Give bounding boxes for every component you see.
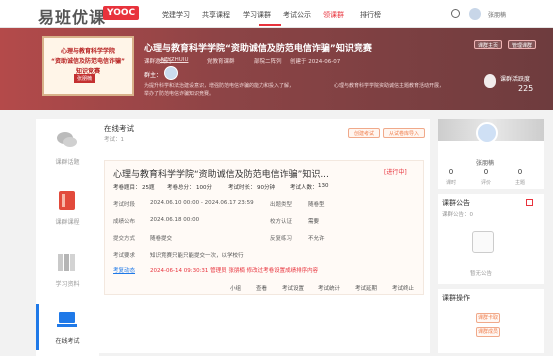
empty-notice-text: 暂无公告 bbox=[470, 271, 493, 277]
nav-item-exam-notice[interactable]: 考试公示 bbox=[283, 10, 311, 20]
score-label: 考卷总分： bbox=[167, 185, 195, 191]
avatar[interactable] bbox=[476, 122, 498, 144]
sidebar-item-courses[interactable]: 课群课程 bbox=[36, 179, 99, 237]
nav-active-underline bbox=[259, 24, 281, 26]
stat-value-3: 0 bbox=[517, 168, 523, 176]
dynamics-label[interactable]: 考复动态 bbox=[113, 266, 135, 274]
nav-item-shared-courses[interactable]: 共享课程 bbox=[202, 10, 230, 20]
nav-item-ranking[interactable]: 排行榜 bbox=[360, 10, 381, 20]
logo-badge: YOOC bbox=[103, 6, 140, 20]
exam-count: 考试：1 bbox=[104, 137, 124, 143]
score-value: 100分 bbox=[196, 185, 212, 191]
link-settings[interactable]: 考试设置 bbox=[282, 284, 304, 292]
link-group[interactable]: 小组 bbox=[230, 284, 241, 292]
cover-line-1: 心理与教育科学学院 bbox=[60, 48, 115, 55]
book-icon bbox=[59, 191, 75, 210]
cover-line-2: “资助诚信及防范电信诈骗” bbox=[51, 58, 125, 65]
stat-value-2: 0 bbox=[483, 168, 489, 176]
stat-value-1: 0 bbox=[448, 168, 454, 176]
practice-value: 不允许 bbox=[308, 236, 325, 242]
group-card-button[interactable]: 课群卡取 bbox=[476, 313, 500, 323]
sidebar-item-materials[interactable]: 学习资料 bbox=[36, 241, 99, 299]
notice-title: 课群公告 bbox=[442, 199, 470, 207]
laptop-icon bbox=[57, 312, 77, 327]
group-tag: 党教育课群 bbox=[207, 59, 235, 65]
owner-avatar[interactable] bbox=[164, 66, 178, 80]
submit-label: 提交方式 bbox=[113, 236, 136, 242]
create-exam-button[interactable]: 创建考试 bbox=[348, 128, 381, 138]
submit-value: 随卷提交 bbox=[150, 236, 173, 242]
sidebar-label-courses: 课群课程 bbox=[55, 219, 80, 226]
fire-icon bbox=[484, 74, 496, 88]
avatar[interactable] bbox=[469, 8, 481, 20]
cert-value: 需要 bbox=[308, 219, 320, 225]
empty-notice-icon bbox=[472, 231, 494, 253]
group-status: 部院二阵列 bbox=[254, 59, 282, 65]
edit-icon[interactable] bbox=[526, 199, 533, 206]
search-icon[interactable] bbox=[451, 9, 460, 18]
period-value: 2024.06.10 00:00 - 2024.06.17 23:59 bbox=[150, 200, 254, 206]
notice-count: 课群公告：0 bbox=[442, 212, 473, 218]
sidebar-label-exams: 在线考试 bbox=[55, 338, 80, 345]
manage-group-button[interactable]: 管理课群 bbox=[508, 40, 537, 49]
people-value: 130 bbox=[318, 183, 329, 189]
period-label: 考试时段 bbox=[113, 202, 136, 208]
cover-name: 张朋楠 bbox=[74, 74, 96, 83]
stat-label-2: 评价 bbox=[480, 180, 491, 186]
activity-label: 课群活跃度 bbox=[500, 76, 531, 83]
page-title: 在线考试 bbox=[104, 124, 134, 133]
time-value: 90分钟 bbox=[257, 185, 275, 191]
ops-title: 课群操作 bbox=[442, 294, 470, 302]
stat-label-3: 主题 bbox=[514, 180, 525, 186]
group-members-button[interactable]: 课群成员 bbox=[476, 327, 500, 337]
binders-icon bbox=[58, 254, 75, 271]
time-label: 考试时长： bbox=[228, 185, 256, 191]
exam-title[interactable]: 心理与教育科学学院“资助诚信及防范电信诈骗”知识... bbox=[113, 167, 329, 180]
course-description-3: 举办了防范电信诈骗知识竞赛。 bbox=[144, 91, 215, 97]
sidebar-active-indicator bbox=[36, 304, 39, 350]
header-username[interactable]: 张朋楠 bbox=[488, 10, 506, 19]
activity-value: 225 bbox=[518, 84, 534, 93]
cert-label: 校方认证 bbox=[270, 219, 293, 225]
type-value: 随卷型 bbox=[308, 202, 325, 208]
created-date: 创建于 2024-06-07 bbox=[290, 59, 341, 65]
course-cover: 心理与教育科学学院 “资助诚信及防范电信诈骗” 知识竞赛 张朋楠 bbox=[42, 36, 134, 96]
dynamics-value: 2024-06-14 09:30:31 管理员 张朋楠 修改过考卷设置成绩排序内… bbox=[150, 268, 319, 274]
sidebar-label-topics: 课群话题 bbox=[55, 159, 80, 166]
owner-label: 群主： bbox=[144, 72, 163, 79]
practice-label: 反复练习 bbox=[270, 236, 293, 242]
total-label: 考卷题目： bbox=[113, 185, 141, 191]
invite-code[interactable]: AZYZHUIU bbox=[160, 57, 188, 63]
type-label: 出题类型 bbox=[270, 202, 293, 208]
group-home-button[interactable]: 课群主页 bbox=[474, 40, 503, 49]
people-label: 考试人数： bbox=[290, 185, 318, 191]
course-description-2: 心理与教育科学学院资助诚信主题教育活动开展， bbox=[334, 83, 445, 89]
site-logo[interactable]: 易班优课 bbox=[38, 4, 106, 28]
stat-label-1: 课时 bbox=[445, 180, 456, 186]
sidebar-label-materials: 学习资料 bbox=[55, 281, 80, 288]
sidebar-item-exams[interactable]: 在线考试 bbox=[36, 298, 99, 356]
requirement-label: 考试要求 bbox=[113, 253, 136, 259]
import-exam-button[interactable]: 从试卷库导入 bbox=[383, 128, 426, 138]
exam-card bbox=[104, 160, 424, 295]
nav-item-party[interactable]: 党建学习 bbox=[162, 10, 190, 20]
course-title: 心理与教育科学学院“资助诚信及防范电信诈骗”知识竞赛 bbox=[144, 44, 372, 54]
nav-item-join-group[interactable]: 领课群 bbox=[323, 10, 344, 20]
sidebar-item-topics[interactable]: 课群话题 bbox=[36, 119, 99, 177]
result-value: 2024.06.18 00:00 bbox=[150, 217, 200, 223]
link-stats[interactable]: 考试统计 bbox=[318, 284, 340, 292]
link-view[interactable]: 查看 bbox=[256, 284, 267, 292]
chat-icon bbox=[57, 132, 77, 147]
user-card-name[interactable]: 张朋楠 bbox=[476, 158, 494, 167]
result-label: 成绩公布 bbox=[113, 219, 136, 225]
requirement-value: 知识竞赛只能只能提交一次，以学校行 bbox=[150, 253, 244, 259]
link-terminate[interactable]: 考试终止 bbox=[392, 284, 414, 292]
nav-item-study-groups[interactable]: 学习课群 bbox=[243, 10, 271, 20]
total-value: 25题 bbox=[142, 185, 155, 191]
exam-status: [进行中] bbox=[384, 169, 407, 176]
link-extend[interactable]: 考试延期 bbox=[355, 284, 377, 292]
